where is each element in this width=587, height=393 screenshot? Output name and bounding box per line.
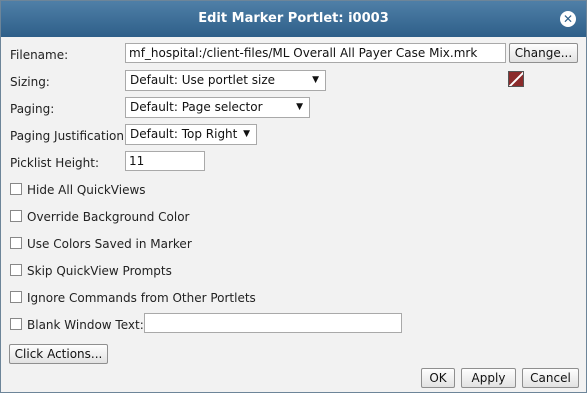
dropdown-arrow-icon: ▼ [296, 102, 303, 112]
blank-window-text-input[interactable] [144, 313, 402, 333]
override-background-checkbox[interactable] [10, 210, 22, 222]
click-actions-button[interactable]: Click Actions... [9, 344, 108, 364]
use-saved-colors-label: Use Colors Saved in Marker [27, 237, 192, 251]
dialog-title: Edit Marker Portlet: i0003 [198, 11, 389, 26]
paging-select[interactable]: Default: Page selector ▼ [125, 97, 310, 118]
change-button[interactable]: Change... [509, 43, 578, 63]
hide-quickviews-checkbox[interactable] [10, 183, 22, 195]
filename-label: Filename: [10, 48, 69, 62]
sizing-label: Sizing: [10, 75, 50, 89]
ignore-commands-label: Ignore Commands from Other Portlets [27, 291, 256, 305]
dropdown-arrow-icon: ▼ [312, 75, 319, 85]
sizing-select[interactable]: Default: Use portlet size ▼ [125, 70, 326, 91]
close-icon[interactable]: ✕ [560, 11, 576, 27]
hide-quickviews-label: Hide All QuickViews [27, 183, 146, 197]
picklist-height-input[interactable]: 11 [125, 151, 205, 171]
cancel-button[interactable]: Cancel [522, 368, 579, 388]
dropdown-arrow-icon: ▼ [243, 129, 250, 139]
title-bar: Edit Marker Portlet: i0003 ✕ [1, 1, 586, 37]
paging-justification-label: Paging Justification: [10, 129, 129, 143]
apply-button[interactable]: Apply [461, 368, 516, 388]
paging-justification-value: Default: Top Right [130, 127, 238, 141]
paging-label: Paging: [10, 102, 55, 116]
blank-window-text-label: Blank Window Text: [27, 318, 144, 332]
dialog-body: Filename: mf_hospital:/client-files/ML O… [1, 37, 586, 392]
blank-window-text-checkbox[interactable] [10, 318, 22, 330]
ok-button[interactable]: OK [421, 368, 455, 388]
skip-quickview-prompts-label: Skip QuickView Prompts [27, 264, 172, 278]
ignore-commands-checkbox[interactable] [10, 291, 22, 303]
paging-value: Default: Page selector [130, 100, 263, 114]
paging-justification-select[interactable]: Default: Top Right ▼ [125, 124, 257, 145]
no-color-swatch-icon[interactable] [508, 71, 524, 87]
skip-quickview-prompts-checkbox[interactable] [10, 264, 22, 276]
use-saved-colors-checkbox[interactable] [10, 237, 22, 249]
filename-input[interactable]: mf_hospital:/client-files/ML Overall All… [125, 43, 506, 63]
override-background-label: Override Background Color [27, 210, 190, 224]
edit-marker-portlet-dialog: Edit Marker Portlet: i0003 ✕ Filename: m… [0, 0, 587, 393]
sizing-value: Default: Use portlet size [130, 73, 276, 87]
picklist-height-label: Picklist Height: [10, 156, 100, 170]
